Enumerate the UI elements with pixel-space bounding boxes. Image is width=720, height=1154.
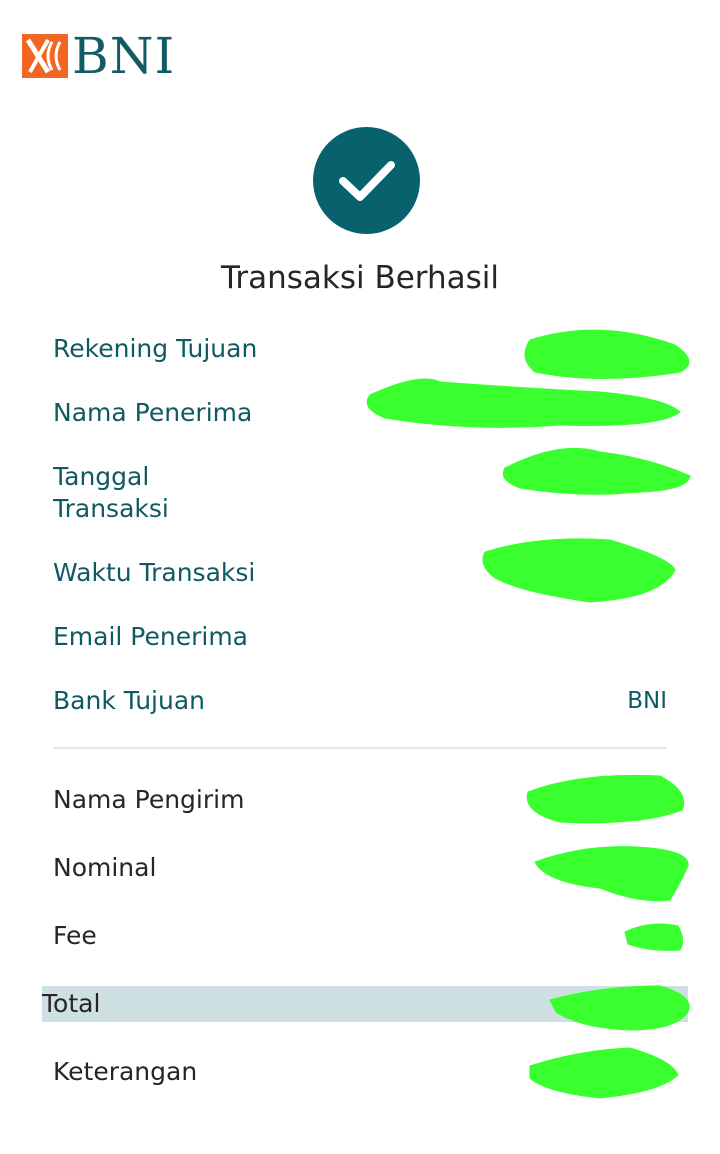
redaction-overlay [366,329,691,1099]
redaction-mark [534,846,689,902]
redaction-mark [526,774,685,824]
redaction-mark [529,1047,679,1099]
redaction-mark [482,538,676,603]
redaction-mark [502,447,691,495]
redaction-mark [524,329,690,379]
redaction-mark [624,923,684,951]
redaction-mark [366,378,681,428]
redaction-mark [549,985,690,1031]
